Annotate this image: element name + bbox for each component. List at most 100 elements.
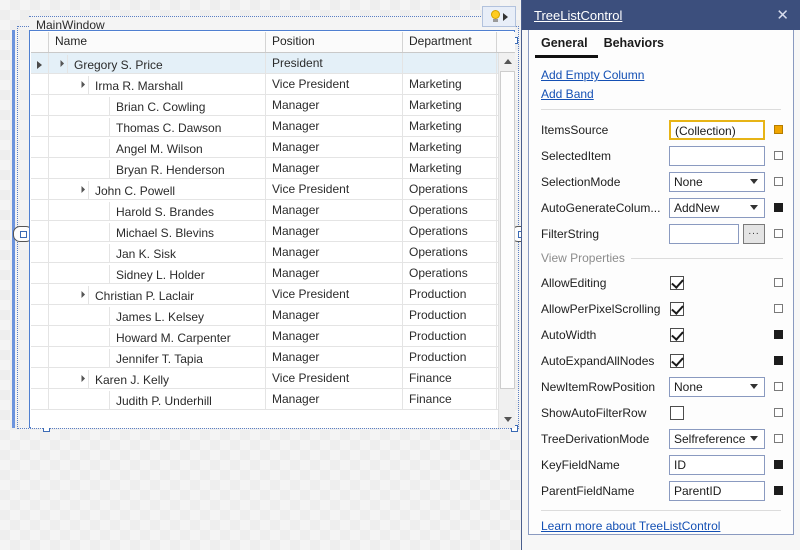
column-header-department[interactable]: Department — [403, 32, 497, 52]
allow-editing-checkbox[interactable] — [670, 275, 684, 290]
cell-department[interactable]: Marketing — [403, 74, 497, 94]
cell-name[interactable]: Howard M. Carpenter — [49, 326, 266, 346]
tree-derivation-mode-dropdown[interactable]: Selfreference — [669, 428, 765, 449]
selected-item-input[interactable] — [669, 145, 765, 166]
cell-department[interactable]: Finance — [403, 368, 497, 388]
property-state-marker[interactable] — [774, 229, 783, 238]
cell-name[interactable]: Sidney L. Holder — [49, 263, 266, 283]
close-icon[interactable]: ✕ — [773, 8, 792, 23]
expand-collapse-icon[interactable] — [74, 181, 88, 200]
cell-position[interactable]: Manager — [266, 305, 403, 325]
cell-department[interactable]: Production — [403, 347, 497, 367]
selection-mode-dropdown[interactable]: None — [669, 171, 765, 192]
cell-position[interactable]: Vice President — [266, 74, 403, 94]
new-item-row-position-dropdown[interactable]: None — [669, 376, 765, 397]
treelist-vertical-scrollbar[interactable] — [498, 53, 515, 428]
table-row[interactable]: Sidney L. Holder Manager Operations — [31, 263, 515, 284]
property-state-marker[interactable] — [774, 177, 783, 186]
cell-name[interactable]: James L. Kelsey — [49, 305, 266, 325]
table-row[interactable]: Irma R. Marshall Vice President Marketing — [31, 74, 515, 95]
cell-position[interactable]: Vice President — [266, 284, 403, 304]
table-row[interactable]: Harold S. Brandes Manager Operations — [31, 200, 515, 221]
cell-position[interactable]: Manager — [266, 116, 403, 136]
cell-name[interactable]: Christian P. Laclair — [49, 284, 266, 304]
table-row[interactable]: Michael S. Blevins Manager Operations — [31, 221, 515, 242]
property-state-marker[interactable] — [774, 382, 783, 391]
cell-department[interactable]: Operations — [403, 221, 497, 241]
cell-name[interactable]: Karen J. Kelly — [49, 368, 266, 388]
cell-position[interactable]: Manager — [266, 158, 403, 178]
cell-position[interactable]: Vice President — [266, 179, 403, 199]
cell-department[interactable]: Production — [403, 284, 497, 304]
allow-per-pixel-scrolling-checkbox[interactable] — [670, 301, 684, 316]
cell-department[interactable]: Marketing — [403, 116, 497, 136]
cell-name[interactable]: Jennifer T. Tapia — [49, 347, 266, 367]
key-field-name-input[interactable]: ID — [669, 454, 765, 475]
cell-name[interactable]: Bryan R. Henderson — [49, 158, 266, 178]
cell-position[interactable]: Manager — [266, 200, 403, 220]
cell-department[interactable]: Operations — [403, 179, 497, 199]
parent-field-name-input[interactable]: ParentID — [669, 480, 765, 501]
cell-name[interactable]: Harold S. Brandes — [49, 200, 266, 220]
cell-position[interactable]: Manager — [266, 326, 403, 346]
cell-name[interactable]: Jan K. Sisk — [49, 242, 266, 262]
cell-name[interactable]: Thomas C. Dawson — [49, 116, 266, 136]
property-state-marker[interactable] — [774, 151, 783, 160]
cell-position[interactable]: Manager — [266, 389, 403, 409]
cell-position[interactable]: Manager — [266, 347, 403, 367]
table-row[interactable]: Gregory S. Price President — [31, 53, 515, 74]
table-row[interactable]: Angel M. Wilson Manager Marketing — [31, 137, 515, 158]
property-state-marker[interactable] — [774, 356, 783, 365]
scrollbar-thumb[interactable] — [500, 71, 515, 389]
learn-more-link[interactable]: Learn more about TreeListControl — [541, 519, 783, 533]
table-row[interactable]: Howard M. Carpenter Manager Production — [31, 326, 515, 347]
cell-department[interactable]: Production — [403, 305, 497, 325]
cell-position[interactable]: Manager — [266, 137, 403, 157]
table-row[interactable]: Jennifer T. Tapia Manager Production — [31, 347, 515, 368]
tab-general[interactable]: General — [535, 35, 598, 58]
filter-string-input[interactable] — [669, 223, 739, 244]
scroll-down-button[interactable] — [499, 411, 515, 428]
cell-name[interactable]: Irma R. Marshall — [49, 74, 266, 94]
property-state-marker[interactable] — [774, 486, 783, 495]
property-state-marker[interactable] — [774, 203, 783, 212]
property-state-marker[interactable] — [774, 330, 783, 339]
table-row[interactable]: Karen J. Kelly Vice President Finance — [31, 368, 515, 389]
column-header-position[interactable]: Position — [266, 32, 403, 52]
cell-position[interactable]: President — [266, 53, 403, 73]
property-state-marker[interactable] — [774, 125, 783, 134]
table-row[interactable]: Judith P. Underhill Manager Finance — [31, 389, 515, 410]
scroll-up-button[interactable] — [499, 53, 515, 70]
cell-name[interactable]: Brian C. Cowling — [49, 95, 266, 115]
table-row[interactable]: Brian C. Cowling Manager Marketing — [31, 95, 515, 116]
table-row[interactable]: James L. Kelsey Manager Production — [31, 305, 515, 326]
cell-department[interactable]: Marketing — [403, 95, 497, 115]
add-band-link[interactable]: Add Band — [541, 87, 783, 101]
show-auto-filter-row-checkbox[interactable] — [670, 405, 684, 420]
property-state-marker[interactable] — [774, 408, 783, 417]
cell-position[interactable]: Manager — [266, 221, 403, 241]
smart-tag-button[interactable] — [482, 6, 516, 27]
table-row[interactable]: Bryan R. Henderson Manager Marketing — [31, 158, 515, 179]
expand-collapse-icon[interactable] — [74, 286, 88, 305]
expand-collapse-icon[interactable] — [74, 370, 88, 389]
filter-string-ellipsis-button[interactable]: ... — [743, 223, 765, 244]
cell-position[interactable]: Vice President — [266, 368, 403, 388]
expand-collapse-icon[interactable] — [53, 55, 67, 74]
cell-name[interactable]: Michael S. Blevins — [49, 221, 266, 241]
cell-department[interactable]: Operations — [403, 263, 497, 283]
treelist-control[interactable]: Name Position Department Gregory S. Pric… — [31, 32, 515, 428]
table-row[interactable]: Christian P. Laclair Vice President Produc… — [31, 284, 515, 305]
cell-department[interactable]: Production — [403, 326, 497, 346]
cell-department[interactable]: Marketing — [403, 158, 497, 178]
table-row[interactable]: Jan K. Sisk Manager Operations — [31, 242, 515, 263]
column-header-name[interactable]: Name — [49, 32, 266, 52]
cell-name[interactable]: Gregory S. Price — [49, 53, 266, 73]
items-source-input[interactable]: (Collection) — [669, 119, 765, 140]
cell-department[interactable]: Operations — [403, 242, 497, 262]
cell-department[interactable] — [403, 53, 497, 73]
cell-position[interactable]: Manager — [266, 95, 403, 115]
cell-department[interactable]: Operations — [403, 200, 497, 220]
property-state-marker[interactable] — [774, 304, 783, 313]
cell-name[interactable]: Judith P. Underhill — [49, 389, 266, 409]
